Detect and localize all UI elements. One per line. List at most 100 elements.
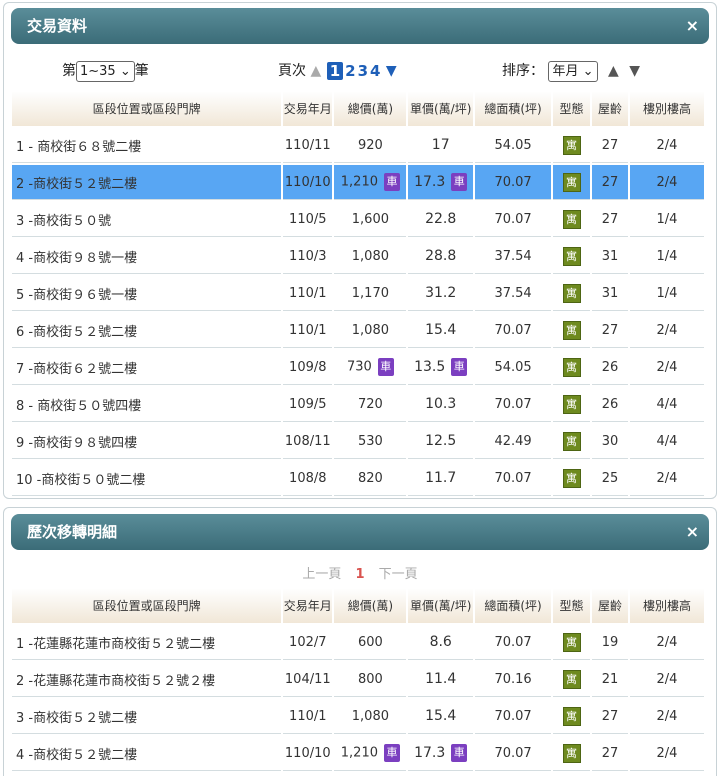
range-prefix: 第: [62, 63, 76, 79]
table-header-row: 區段位置或區段門牌 交易年月 總價(萬) 單價(萬/坪) 總面積(坪) 型態 屋…: [12, 92, 704, 126]
col-header-date[interactable]: 交易年月: [283, 92, 333, 126]
total-value: 1,600: [351, 211, 389, 227]
table-row[interactable]: 8 - 商校街５０號四樓 109/5 720 10.3 70.07 寓 26 4/4: [12, 387, 704, 422]
col-header-floor: 樓別樓高: [629, 589, 704, 623]
col-header-address[interactable]: 區段位置或區段門牌: [12, 92, 282, 126]
transfer-history-titlebar: 歷次移轉明細 ×: [11, 514, 709, 550]
table-row[interactable]: 2 -花蓮縣花蓮市商校街５２號２樓 104/11 800 11.4 70.16 寓 21 2/…: [12, 662, 704, 697]
cell-age: 27: [592, 128, 628, 163]
cell-total: 530: [334, 424, 407, 459]
col-header-area[interactable]: 總面積(坪): [475, 92, 552, 126]
parking-badge[interactable]: 車: [451, 173, 468, 191]
cell-age: 27: [592, 165, 628, 200]
col-header-total: 總價(萬): [334, 589, 407, 623]
total-value: 530: [357, 433, 383, 449]
range-suffix: 筆: [134, 63, 149, 79]
address-text: 4 -商校街９８號一樓: [16, 250, 138, 266]
type-badge: 寓: [562, 669, 581, 689]
close-icon[interactable]: ×: [686, 514, 699, 550]
table-row[interactable]: 4 -商校街５２號二樓 110/10 1,210 車 17.3 車 70.07 寓 27 2/4: [12, 736, 704, 771]
cell-floor: 2/4: [629, 165, 704, 200]
unit-price-value: 11.4: [425, 671, 457, 687]
parking-badge[interactable]: 車: [384, 173, 400, 191]
table-row[interactable]: 9 -商校街９８號四樓 108/11 530 12.5 42.49 寓 30 4/4: [12, 424, 704, 459]
table-row[interactable]: 1 -花蓮縣花蓮市商校街５２號二樓 102/7 600 8.6 70.07 寓 19 2/4: [12, 625, 704, 660]
cell-floor: 4/4: [629, 424, 704, 459]
col-header-type: 型態: [553, 589, 591, 623]
cell-floor: 2/4: [629, 625, 704, 660]
parking-badge[interactable]: 車: [384, 744, 400, 762]
cell-date: 110/1: [283, 276, 333, 311]
sort-desc-icon[interactable]: ▼: [629, 63, 640, 79]
cell-unit-price: 17.3 車: [408, 736, 474, 771]
col-header-area: 總面積(坪): [475, 589, 552, 623]
page-link-4[interactable]: 4: [370, 62, 380, 80]
cell-type: 寓: [553, 699, 591, 734]
col-header-total[interactable]: 總價(萬): [334, 92, 407, 126]
page-link-3[interactable]: 3: [358, 62, 368, 80]
type-badge: 寓: [562, 246, 581, 266]
table-row[interactable]: 7 -商校街６２號二樓 109/8 730 車 13.5 車 54.05 寓 26 2/4: [12, 350, 704, 385]
cell-total: 1,080: [334, 239, 407, 274]
unit-price-value: 13.5: [414, 359, 446, 375]
cell-address: 9 -商校街９８號四樓: [12, 424, 282, 459]
table-row[interactable]: 4 -商校街９８號一樓 110/3 1,080 28.8 37.54 寓 31 1/4: [12, 239, 704, 274]
cell-unit-price: 28.8: [408, 239, 474, 274]
page-link-1[interactable]: 1: [326, 62, 344, 80]
col-header-unit-price[interactable]: 單價(萬/坪): [408, 92, 474, 126]
table-row[interactable]: 10 -商校街５０號二樓 108/8 820 11.7 70.07 寓 25 2/4: [12, 461, 704, 496]
page-link-2[interactable]: 2: [345, 62, 355, 80]
prev-page-icon[interactable]: ▲: [310, 63, 321, 79]
table-row[interactable]: 5 -商校街９６號一樓 110/1 1,170 31.2 37.54 寓 31 1/4: [12, 276, 704, 311]
table-row[interactable]: 1 - 商校街６８號二樓 110/11 920 17 54.05 寓 27 2/4: [12, 128, 704, 163]
range-select[interactable]: 1~35 ⌄: [76, 60, 135, 82]
next-page-icon[interactable]: ▼: [386, 63, 397, 79]
address-text: 3 -商校街５０號: [16, 213, 112, 229]
cell-area: 54.05: [475, 128, 552, 163]
cell-total: 1,600: [334, 202, 407, 237]
address-text: 7 -商校街６２號二樓: [16, 361, 138, 377]
cell-area: 70.07: [475, 625, 552, 660]
cell-area: 42.49: [475, 424, 552, 459]
sort-select[interactable]: 年月 ⌄: [548, 60, 598, 82]
cell-area: 37.54: [475, 239, 552, 274]
col-header-date: 交易年月: [283, 589, 333, 623]
close-icon[interactable]: ×: [686, 8, 699, 44]
total-value: 920: [357, 137, 383, 153]
col-header-type[interactable]: 型態: [553, 92, 591, 126]
table-row[interactable]: 3 -商校街５０號 110/5 1,600 22.8 70.07 寓 27 1/4: [12, 202, 704, 237]
table-row[interactable]: 2 -商校街５２號二樓 110/10 1,210 車 17.3 車 70.07 寓 27 2/4: [12, 165, 704, 200]
parking-badge[interactable]: 車: [451, 744, 468, 762]
cell-area: 70.16: [475, 662, 552, 697]
parking-badge[interactable]: 車: [451, 358, 468, 376]
cell-floor: 1/4: [629, 239, 704, 274]
cell-address: 2 -商校街５２號二樓: [12, 165, 282, 200]
total-value: 1,080: [351, 708, 389, 724]
address-text: 1 -花蓮縣花蓮市商校街５２號二樓: [16, 636, 216, 652]
table-row[interactable]: 3 -商校街５２號二樓 110/1 1,080 15.4 70.07 寓 27 2/4: [12, 699, 704, 734]
cell-age: 27: [592, 202, 628, 237]
unit-price-value: 17.3: [414, 745, 446, 761]
parking-badge[interactable]: 車: [377, 358, 394, 376]
address-text: 2 -花蓮縣花蓮市商校街５２號２樓: [16, 673, 216, 689]
cell-total: 1,210 車: [334, 736, 407, 771]
pager: 頁次 ▲ 1234 ▼: [278, 60, 397, 80]
sort-asc-icon[interactable]: ▲: [608, 63, 619, 79]
table-row[interactable]: 6 -商校街５２號二樓 110/1 1,080 15.4 70.07 寓 27 2/4: [12, 313, 704, 348]
cell-address: 7 -商校街６２號二樓: [12, 350, 282, 385]
cell-unit-price: 31.2: [408, 276, 474, 311]
cell-address: 2 -花蓮縣花蓮市商校街５２號２樓: [12, 662, 282, 697]
cell-date: 110/5: [283, 202, 333, 237]
cell-date: 110/11: [283, 128, 333, 163]
cell-address: 3 -商校街５０號: [12, 202, 282, 237]
cell-age: 31: [592, 276, 628, 311]
col-header-floor[interactable]: 樓別樓高: [629, 92, 704, 126]
cell-unit-price: 12.5: [408, 424, 474, 459]
col-header-age[interactable]: 屋齡: [592, 92, 628, 126]
address-text: 5 -商校街９６號一樓: [16, 287, 138, 303]
type-badge: 寓: [562, 320, 581, 340]
prev-page-link[interactable]: 上一頁: [302, 567, 341, 582]
cell-total: 1,210 車: [334, 165, 407, 200]
total-value: 730: [346, 359, 372, 375]
next-page-link[interactable]: 下一頁: [379, 567, 418, 582]
